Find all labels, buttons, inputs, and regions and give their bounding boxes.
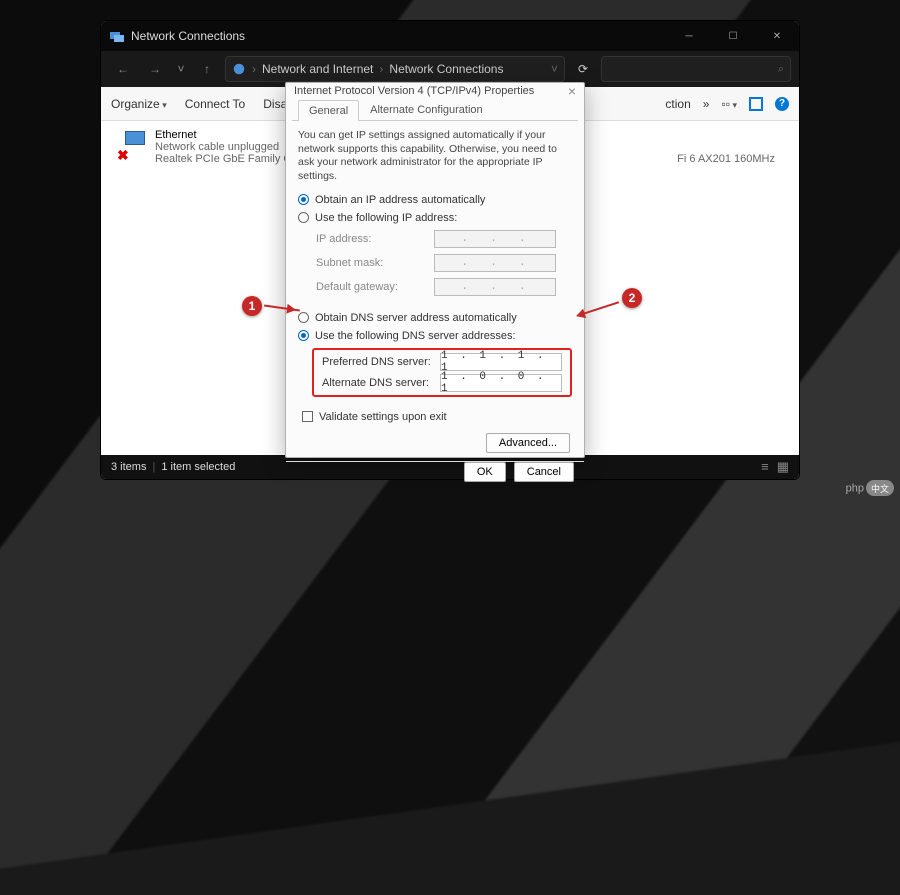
organize-menu[interactable]: Organize	[111, 97, 167, 111]
recent-dropdown[interactable]: ˅	[173, 55, 189, 83]
search-input[interactable]: ⌕	[601, 56, 791, 82]
radio-icon	[298, 212, 309, 223]
view-details-icon[interactable]: ≡	[761, 459, 769, 475]
cancel-button[interactable]: Cancel	[514, 462, 574, 482]
back-button[interactable]: ←	[109, 55, 137, 83]
breadcrumb[interactable]: › Network and Internet › Network Connect…	[225, 56, 565, 82]
globe-icon	[232, 62, 246, 76]
ip-address-label: IP address:	[316, 233, 426, 245]
validate-checkbox[interactable]: Validate settings upon exit	[298, 411, 572, 423]
minimize-button[interactable]: ─	[667, 21, 711, 51]
network-icon	[109, 28, 125, 44]
up-button[interactable]: ↑	[193, 55, 221, 83]
help-button[interactable]: ?	[775, 97, 789, 111]
tab-alternate[interactable]: Alternate Configuration	[359, 99, 494, 120]
status-item-count: 3 items	[111, 461, 146, 473]
window-title: Network Connections	[131, 29, 245, 43]
radio-icon	[298, 194, 309, 205]
preview-pane-button[interactable]	[749, 97, 763, 111]
wifi-adapter-label: Fi 6 AX201 160MHz	[677, 153, 775, 165]
view-tiles-icon[interactable]: ▦	[777, 459, 789, 475]
annotation-badge-1: 1	[242, 296, 262, 316]
dialog-tabs: General Alternate Configuration	[292, 99, 578, 121]
dialog-title: Internet Protocol Version 4 (TCP/IPv4) P…	[294, 85, 534, 97]
dialog-description: You can get IP settings assigned automat…	[298, 129, 572, 184]
alternate-dns-input[interactable]: 1 . 0 . 0 . 1	[440, 374, 562, 392]
preferred-dns-input[interactable]: 1 . 1 . 1 . 1	[440, 353, 562, 371]
radio-ip-manual[interactable]: Use the following IP address:	[298, 212, 572, 224]
ethernet-icon: ✖	[115, 129, 149, 159]
dns-highlight-box: Preferred DNS server: 1 . 1 . 1 . 1 Alter…	[312, 348, 572, 397]
radio-icon	[298, 330, 309, 341]
radio-dns-auto[interactable]: Obtain DNS server address automatically	[298, 312, 572, 324]
advanced-button[interactable]: Advanced...	[486, 433, 570, 453]
radio-dns-manual[interactable]: Use the following DNS server addresses:	[298, 330, 572, 342]
tab-general[interactable]: General	[298, 100, 359, 121]
gateway-input: . . .	[434, 278, 556, 296]
checkbox-icon	[302, 411, 313, 422]
watermark: php中文	[846, 480, 894, 496]
alternate-dns-label: Alternate DNS server:	[322, 377, 432, 389]
ipv4-properties-dialog: Internet Protocol Version 4 (TCP/IPv4) P…	[285, 82, 585, 458]
ok-button[interactable]: OK	[464, 462, 506, 482]
titlebar: Network Connections ─ ☐ ✕	[101, 21, 799, 51]
dialog-close-button[interactable]: ×	[568, 83, 576, 99]
view-options[interactable]: ▫▫	[721, 97, 737, 111]
gateway-label: Default gateway:	[316, 281, 426, 293]
breadcrumb-part[interactable]: Network and Internet	[262, 62, 373, 76]
refresh-button[interactable]: ⟳	[569, 62, 597, 76]
truncated-action[interactable]: ction	[665, 97, 690, 111]
subnet-input: . . .	[434, 254, 556, 272]
radio-ip-auto[interactable]: Obtain an IP address automatically	[298, 194, 572, 206]
connect-to-button[interactable]: Connect To	[185, 97, 246, 111]
preferred-dns-label: Preferred DNS server:	[322, 356, 432, 368]
forward-button[interactable]: →	[141, 55, 169, 83]
close-button[interactable]: ✕	[755, 21, 799, 51]
overflow-button[interactable]: »	[703, 97, 710, 111]
subnet-label: Subnet mask:	[316, 257, 426, 269]
dialog-titlebar: Internet Protocol Version 4 (TCP/IPv4) P…	[286, 83, 584, 99]
status-selected: 1 item selected	[161, 461, 235, 473]
maximize-button[interactable]: ☐	[711, 21, 755, 51]
annotation-badge-2: 2	[622, 288, 642, 308]
ip-address-input: . . .	[434, 230, 556, 248]
breadcrumb-part[interactable]: Network Connections	[389, 62, 503, 76]
dialog-footer: OK Cancel	[286, 461, 584, 482]
